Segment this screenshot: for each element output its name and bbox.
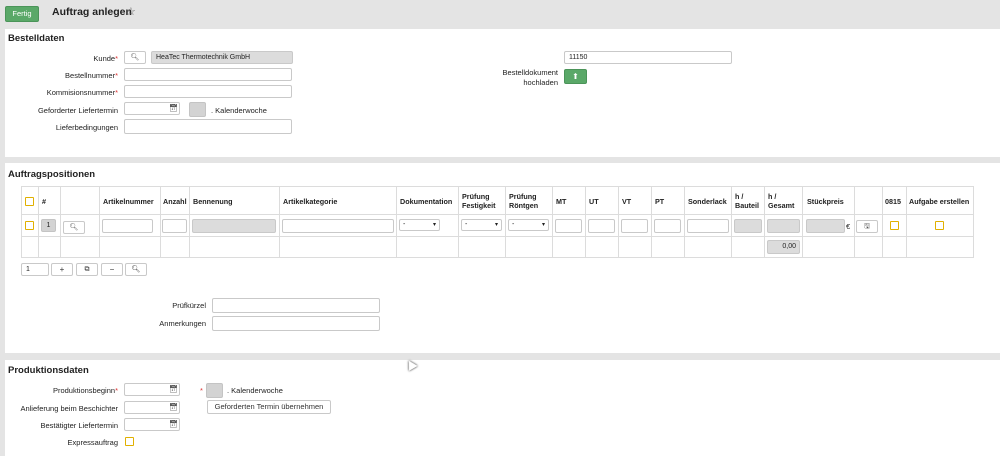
col-ut: UT [589, 197, 599, 206]
vt-input[interactable] [621, 219, 648, 233]
done-button[interactable]: Fertig [5, 6, 39, 22]
stueckpreis-field [806, 219, 845, 233]
lieferbedingungen-label: Lieferbedingungen [55, 123, 118, 132]
express-checkbox[interactable] [125, 437, 134, 446]
col-mt: MT [556, 197, 567, 206]
calendar-icon[interactable]: 📅︎ [169, 420, 178, 428]
chevron-down-icon: ▾ [494, 222, 498, 228]
save-row-button[interactable]: 🖫 [856, 220, 878, 233]
bennenung-field [192, 219, 276, 233]
page-input[interactable]: 1 [21, 263, 49, 276]
col-aufgabe-erstellen: Aufgabe erstellen [909, 197, 970, 206]
express-label: Expressauftrag [67, 438, 118, 447]
search-row-button[interactable]: 🔍︎ [125, 263, 147, 276]
copy-row-button[interactable]: ⧉ [76, 263, 98, 276]
col-h-gesamt: h / Gesamt [768, 192, 795, 210]
kommission-input[interactable] [124, 85, 292, 98]
sonderlack-input[interactable] [687, 219, 729, 233]
calendar-icon[interactable]: 📅︎ [169, 104, 178, 112]
section-title-auftragspositionen: Auftragspositionen [8, 169, 96, 180]
order-number-input[interactable]: 11150 [564, 51, 732, 64]
select-all-checkbox[interactable] [25, 197, 34, 206]
col-h-bauteil: h / Bauteil [735, 192, 759, 210]
upload-icon: ⬆︎ [572, 72, 579, 81]
pt-input[interactable] [654, 219, 681, 233]
artikelkategorie-input[interactable] [282, 219, 394, 233]
dokumentation-select[interactable]: - ▾ [399, 219, 440, 231]
search-icon: 🔍︎ [69, 224, 79, 231]
kalenderwoche-field [189, 102, 206, 117]
col-anzahl: Anzahl [163, 197, 187, 206]
chevron-down-icon: ▾ [432, 222, 436, 228]
artikelnummer-input[interactable] [102, 219, 153, 233]
col-pruefung-festigkeit: Prüfung Festigkeit [462, 192, 496, 210]
row-search-button[interactable]: 🔍︎ [63, 221, 85, 234]
col-pt: PT [655, 197, 665, 206]
ut-input[interactable] [588, 219, 615, 233]
liefertermin-label: Geforderter Liefertermin [37, 106, 118, 115]
search-icon: 🔍︎ [131, 266, 141, 273]
minus-icon: − [109, 265, 115, 274]
anzahl-input[interactable] [162, 219, 187, 233]
remove-row-button[interactable]: − [101, 263, 123, 276]
section-title-bestelldaten: Bestelldaten [8, 33, 65, 44]
col-0815: 0815 [885, 197, 901, 206]
section-title-produktionsdaten: Produktionsdaten [8, 365, 89, 376]
h-gesamt-field [767, 219, 800, 233]
lieferbedingungen-input[interactable] [124, 119, 292, 134]
h-bauteil-field [734, 219, 762, 233]
calendar-icon[interactable]: 📅︎ [169, 385, 178, 393]
calendar-icon[interactable]: 📅︎ [169, 403, 178, 411]
save-icon: 🖫 [864, 223, 870, 230]
currency-symbol: € [846, 222, 851, 231]
search-icon: 🔍︎ [130, 54, 140, 61]
col-stueckpreis: Stückpreis [807, 197, 844, 206]
aufgabe-erstellen-checkbox[interactable] [935, 221, 944, 230]
row-checkbox[interactable] [25, 221, 34, 230]
mt-input[interactable] [555, 219, 582, 233]
chevron-down-icon: ▾ [541, 222, 545, 228]
col-vt: VT [622, 197, 632, 206]
col-artikelkategorie: Artikelkategorie [283, 197, 338, 206]
produktionsbeginn-label: Produktionsbeginn* [52, 386, 118, 395]
col-index: # [42, 197, 46, 206]
pruefkuerzel-input[interactable] [212, 298, 380, 313]
upload-button[interactable]: ⬆︎ [564, 69, 587, 84]
required-marker: * [200, 386, 203, 395]
pruefkuerzel-label: Prüfkürzel [172, 301, 206, 310]
roentgen-select[interactable]: - ▾ [508, 219, 549, 231]
col-pruefung-roentgen: Prüfung Röntgen [509, 192, 539, 210]
kalenderwoche-label: . Kalenderwoche [211, 106, 267, 115]
bestellnummer-input[interactable] [124, 68, 292, 81]
produktion-kalenderwoche-field [206, 383, 223, 398]
festigkeit-select[interactable]: - ▾ [461, 219, 502, 231]
bestaetigt-label: Bestätigter Liefertermin [40, 421, 118, 430]
total-field: 0,00 [767, 240, 800, 254]
add-row-button[interactable]: + [51, 263, 73, 276]
page-title: Auftrag anlegen [52, 6, 132, 18]
plus-icon: + [59, 265, 65, 274]
anmerkungen-input[interactable] [212, 316, 380, 331]
kunde-field: HeaTec Thermotechnik GmbH [151, 51, 293, 64]
star-outline-icon[interactable]: ☆ [126, 5, 136, 18]
top-bar: Fertig Auftrag anlegen ☆ [0, 0, 1000, 27]
row-index: 1 [41, 219, 56, 232]
kunde-label: Kunde* [93, 54, 118, 63]
copy-icon: ⧉ [84, 266, 90, 273]
0815-checkbox[interactable] [890, 221, 899, 230]
bestellnummer-label: Bestellnummer* [65, 71, 118, 80]
col-dokumentation: Dokumentation [400, 197, 453, 206]
produktion-kalenderwoche-label: . Kalenderwoche [227, 386, 283, 395]
termin-uebernehmen-button[interactable]: Geforderten Termin übernehmen [207, 400, 331, 414]
search-customer-button[interactable]: 🔍︎ [124, 51, 146, 64]
anmerkungen-label: Anmerkungen [159, 319, 206, 328]
col-sonderlack: Sonderlack [688, 197, 727, 206]
bestelldokument-label: Bestelldokument hochladen [502, 68, 558, 87]
anlieferung-label: Anlieferung beim Beschichter [20, 404, 118, 413]
col-artikelnummer: Artikelnummer [103, 197, 154, 206]
kommission-label: Kommisionsnummer* [46, 88, 118, 97]
col-bennenung: Bennenung [193, 197, 233, 206]
